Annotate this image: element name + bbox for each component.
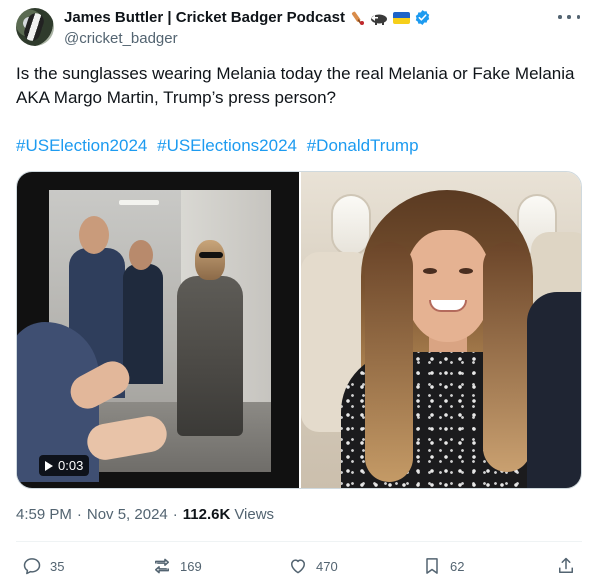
reply-button[interactable]: 35 xyxy=(22,556,64,576)
retweet-button[interactable]: 169 xyxy=(152,556,202,576)
more-options-icon[interactable] xyxy=(558,10,580,24)
like-button[interactable]: 470 xyxy=(288,556,338,576)
video-thumbnail[interactable]: 0:03 xyxy=(17,172,299,488)
photo-thumbnail[interactable] xyxy=(301,172,581,488)
cricket-bat-icon xyxy=(349,10,365,26)
video-duration-badge[interactable]: 0:03 xyxy=(39,455,90,476)
views-count: 112.6K xyxy=(182,506,231,523)
play-icon xyxy=(45,460,53,471)
bookmark-count: 62 xyxy=(450,558,465,574)
divider xyxy=(16,541,582,542)
bookmark-icon xyxy=(426,558,438,574)
tweet-time[interactable]: 4:59 PM xyxy=(16,506,72,523)
hashtag-link[interactable]: #USElection2024 xyxy=(16,136,147,155)
retweet-icon xyxy=(155,558,169,574)
tweet-text: Is the sunglasses wearing Melania today … xyxy=(16,64,575,107)
video-duration: 0:03 xyxy=(58,458,84,473)
views-label: Views xyxy=(234,506,275,523)
media-grid: 0:03 xyxy=(16,171,582,489)
author-display-name[interactable]: James Buttler | Cricket Badger Podcast xyxy=(64,9,345,26)
author-name-line: James Buttler | Cricket Badger Podcast xyxy=(64,9,431,26)
badger-icon xyxy=(369,11,389,25)
author-handle[interactable]: @cricket_badger xyxy=(64,30,178,47)
hashtag-link[interactable]: #USElections2024 xyxy=(157,136,297,155)
share-button[interactable] xyxy=(556,556,576,576)
share-icon xyxy=(559,557,573,573)
tweet-metadata: 4:59 PM · Nov 5, 2024 · 112.6K Views xyxy=(16,506,275,523)
like-count: 470 xyxy=(316,558,338,574)
tweet-date[interactable]: Nov 5, 2024 xyxy=(87,506,168,523)
hashtag-row: #USElection2024 #USElections2024 #Donald… xyxy=(16,134,424,158)
retweet-count: 169 xyxy=(180,558,202,574)
author-avatar[interactable] xyxy=(16,8,54,46)
tweet-header: James Buttler | Cricket Badger Podcast @… xyxy=(16,6,584,50)
hashtag-link[interactable]: #DonaldTrump xyxy=(307,136,419,155)
reply-count: 35 xyxy=(50,558,65,574)
heart-icon xyxy=(291,559,305,574)
action-bar: 35 169 470 62 xyxy=(16,556,584,578)
bookmark-button[interactable]: 62 xyxy=(422,556,464,576)
verified-badge-icon[interactable] xyxy=(414,9,431,26)
reply-icon xyxy=(23,558,41,575)
ukraine-flag-icon xyxy=(392,11,410,24)
